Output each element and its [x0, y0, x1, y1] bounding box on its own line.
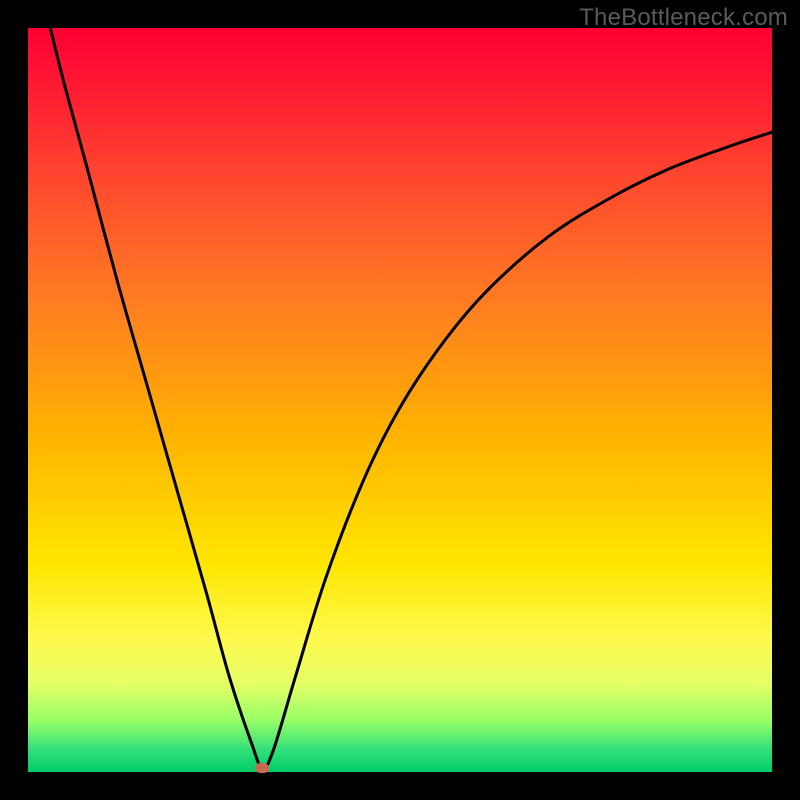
minimum-marker — [255, 763, 269, 773]
chart-frame: TheBottleneck.com — [0, 0, 800, 800]
plot-area — [28, 28, 772, 772]
curve-svg — [28, 28, 772, 772]
bottleneck-curve-path — [50, 28, 772, 768]
